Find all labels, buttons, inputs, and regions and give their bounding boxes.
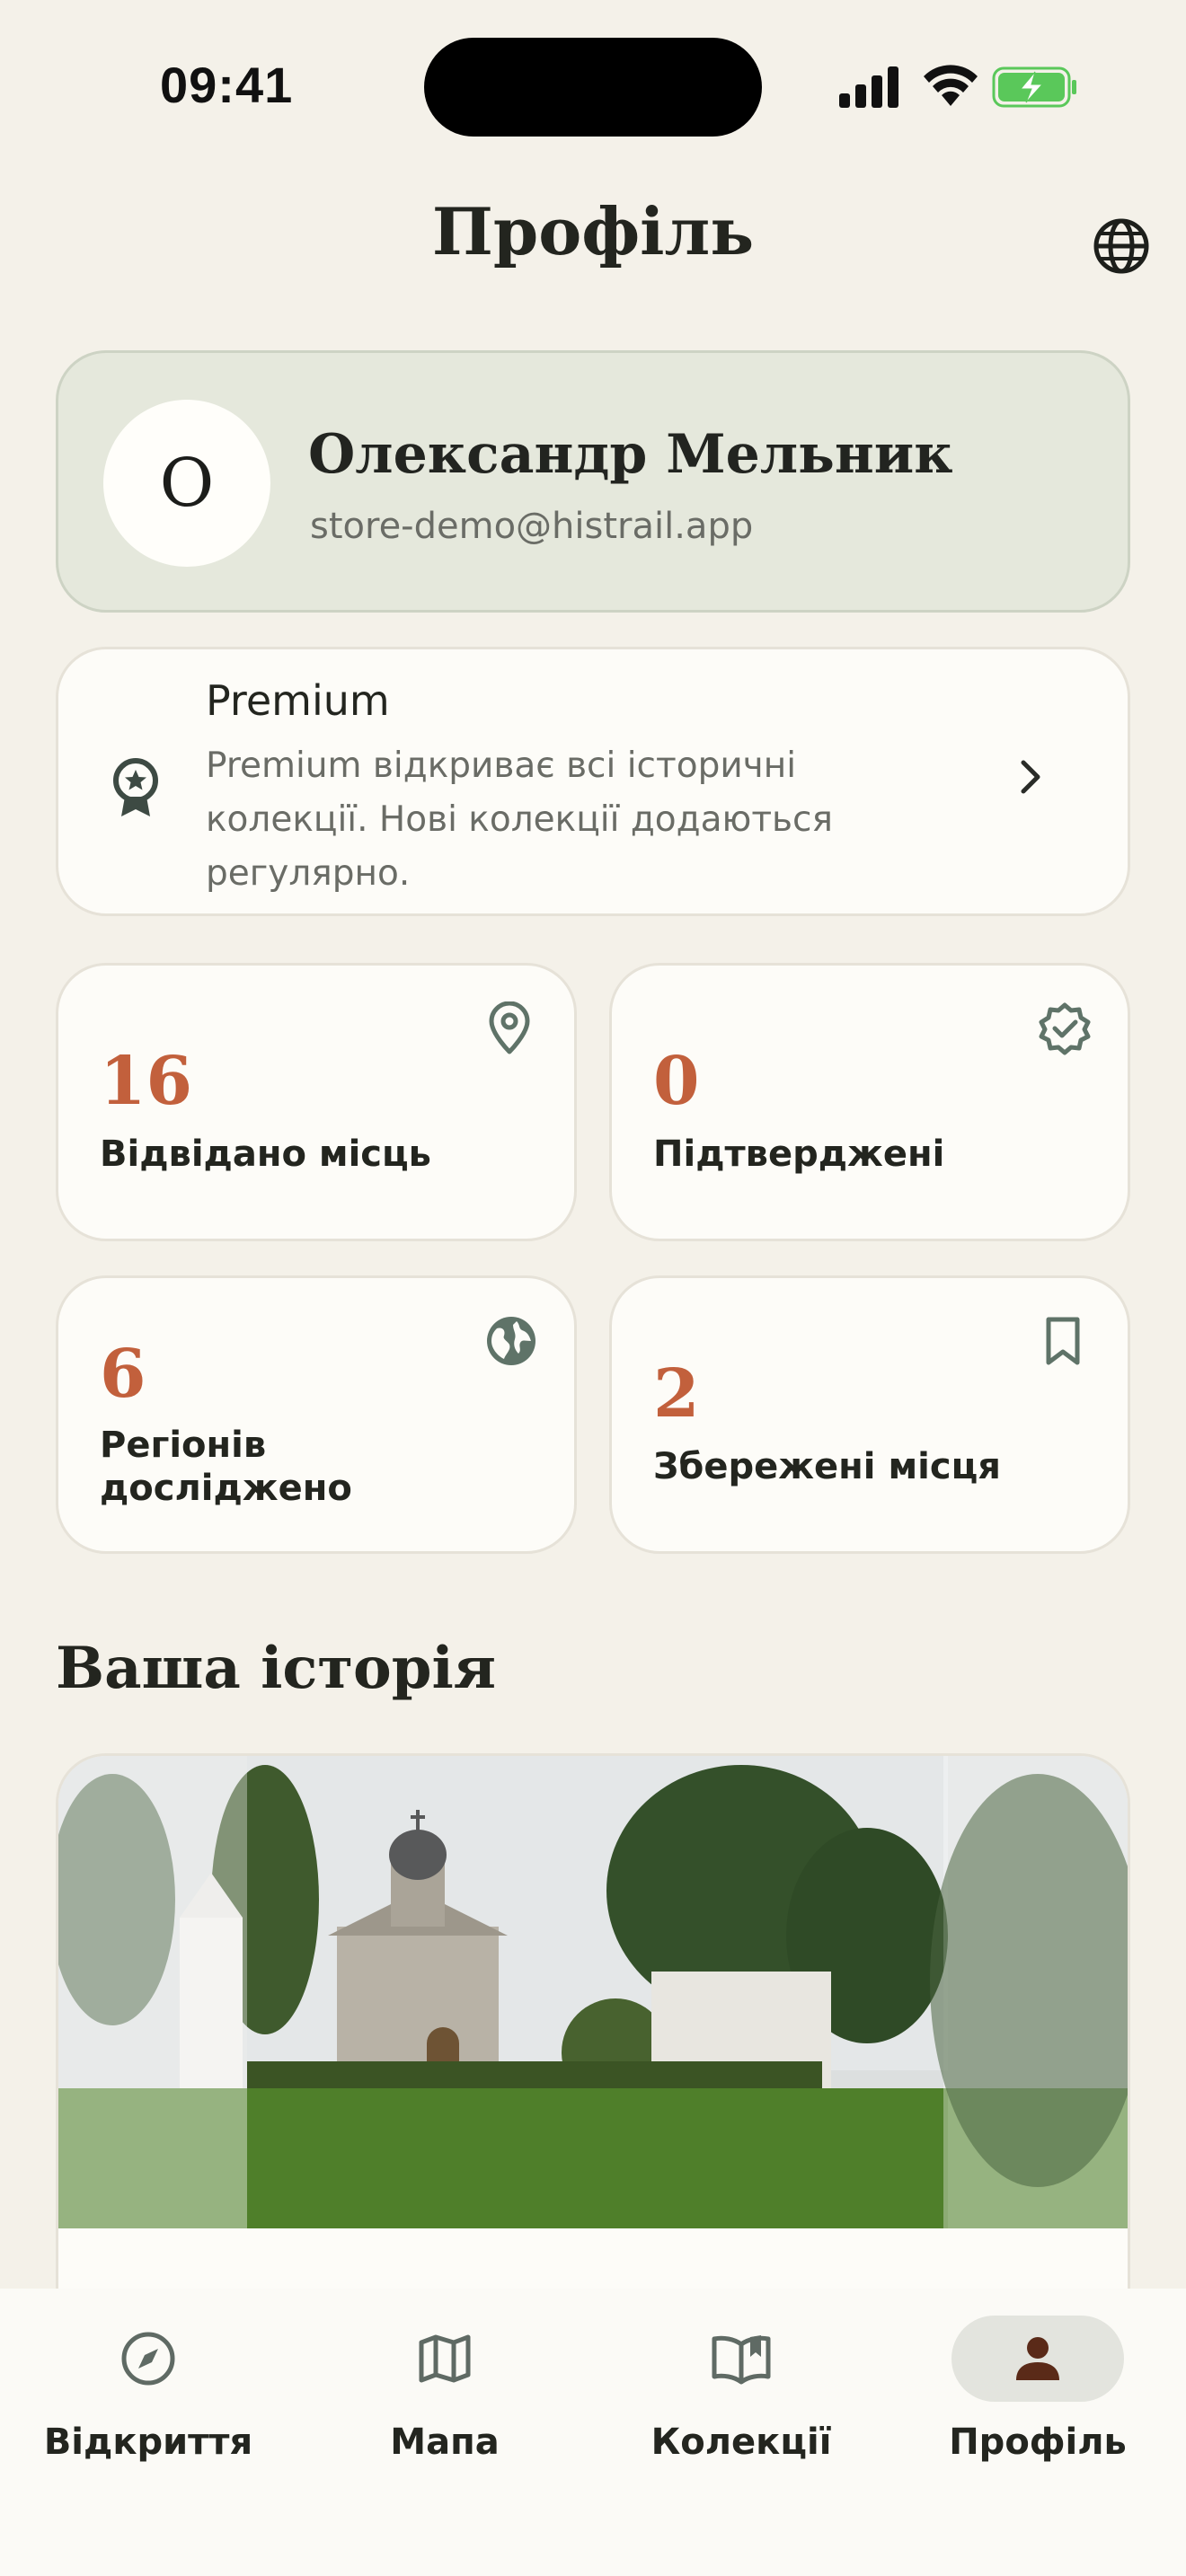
- stat-value: 6: [100, 1336, 146, 1413]
- church-photo: [58, 1756, 1128, 2228]
- chevron-right-icon: [1021, 760, 1040, 794]
- verified-badge-icon: [1039, 1002, 1091, 1055]
- signal-icon: [839, 66, 898, 108]
- stat-label: Регіонів досліджено: [100, 1425, 352, 1509]
- tab-label: Відкриття: [43, 2422, 253, 2463]
- tab-map[interactable]: Мапа: [314, 2316, 575, 2495]
- tab-label: Мапа: [390, 2422, 500, 2463]
- stat-value: 2: [653, 1355, 700, 1433]
- tab-profile[interactable]: Профіль: [907, 2316, 1168, 2495]
- globe-filled-icon: [487, 1317, 535, 1365]
- person-icon: [1016, 2337, 1059, 2380]
- tab-collections[interactable]: Колекції: [611, 2316, 872, 2495]
- stat-card-saved[interactable]: 2 Збережені місця: [609, 1275, 1130, 1554]
- stat-label: Підтверджені: [653, 1134, 945, 1175]
- stat-label: Збережені місця: [653, 1446, 1001, 1487]
- user-email: store-demo@histrail.app: [310, 506, 754, 547]
- language-button[interactable]: [1087, 212, 1155, 280]
- stat-card-regions[interactable]: 6 Регіонів досліджено: [56, 1275, 577, 1554]
- section-title-history: Ваша історія: [56, 1635, 497, 1702]
- stat-card-visited[interactable]: 16 Відвідано місць: [56, 963, 577, 1241]
- tab-icon-container: [62, 2316, 235, 2402]
- status-time: 09:41: [160, 57, 294, 113]
- status-bar: 09:41: [0, 0, 1186, 171]
- stat-card-confirmed[interactable]: 0 Підтверджені: [609, 963, 1130, 1241]
- bookmark-icon: [1046, 1317, 1080, 1365]
- user-name: Олександр Мельник: [308, 423, 953, 486]
- compass-icon: [121, 2332, 175, 2386]
- premium-title: Premium: [206, 676, 390, 725]
- map-icon: [419, 2334, 471, 2383]
- tab-label: Колекції: [651, 2422, 832, 2463]
- tab-bar: Відкриття Мапа Колекції Профіль: [0, 2289, 1186, 2576]
- dynamic-island: [424, 38, 762, 137]
- stat-label: Відвідано місць: [100, 1134, 431, 1175]
- premium-card[interactable]: Premium Premium відкриває всі історичні …: [56, 647, 1130, 916]
- battery-charging-icon: [992, 66, 1076, 108]
- tab-label: Профіль: [949, 2422, 1127, 2463]
- globe-icon: [1093, 218, 1149, 274]
- tab-icon-container: [655, 2316, 828, 2402]
- wifi-icon: [924, 65, 978, 106]
- profile-card[interactable]: О Олександр Мельник store-demo@histrail.…: [56, 350, 1130, 613]
- tab-discover[interactable]: Відкриття: [18, 2316, 279, 2495]
- book-open-icon: [712, 2335, 771, 2385]
- page-title: Профіль: [431, 193, 755, 269]
- tab-icon-container: [358, 2316, 531, 2402]
- award-badge-icon: [113, 758, 158, 816]
- stat-value: 0: [653, 1043, 700, 1120]
- stat-value: 16: [100, 1043, 192, 1120]
- tab-icon-container-active: [951, 2316, 1124, 2402]
- story-card[interactable]: [56, 1753, 1130, 2382]
- avatar: О: [103, 400, 270, 567]
- premium-description: Premium відкриває всі історичні колекції…: [206, 745, 833, 894]
- status-icons: [839, 63, 1082, 113]
- map-pin-icon: [489, 1001, 530, 1054]
